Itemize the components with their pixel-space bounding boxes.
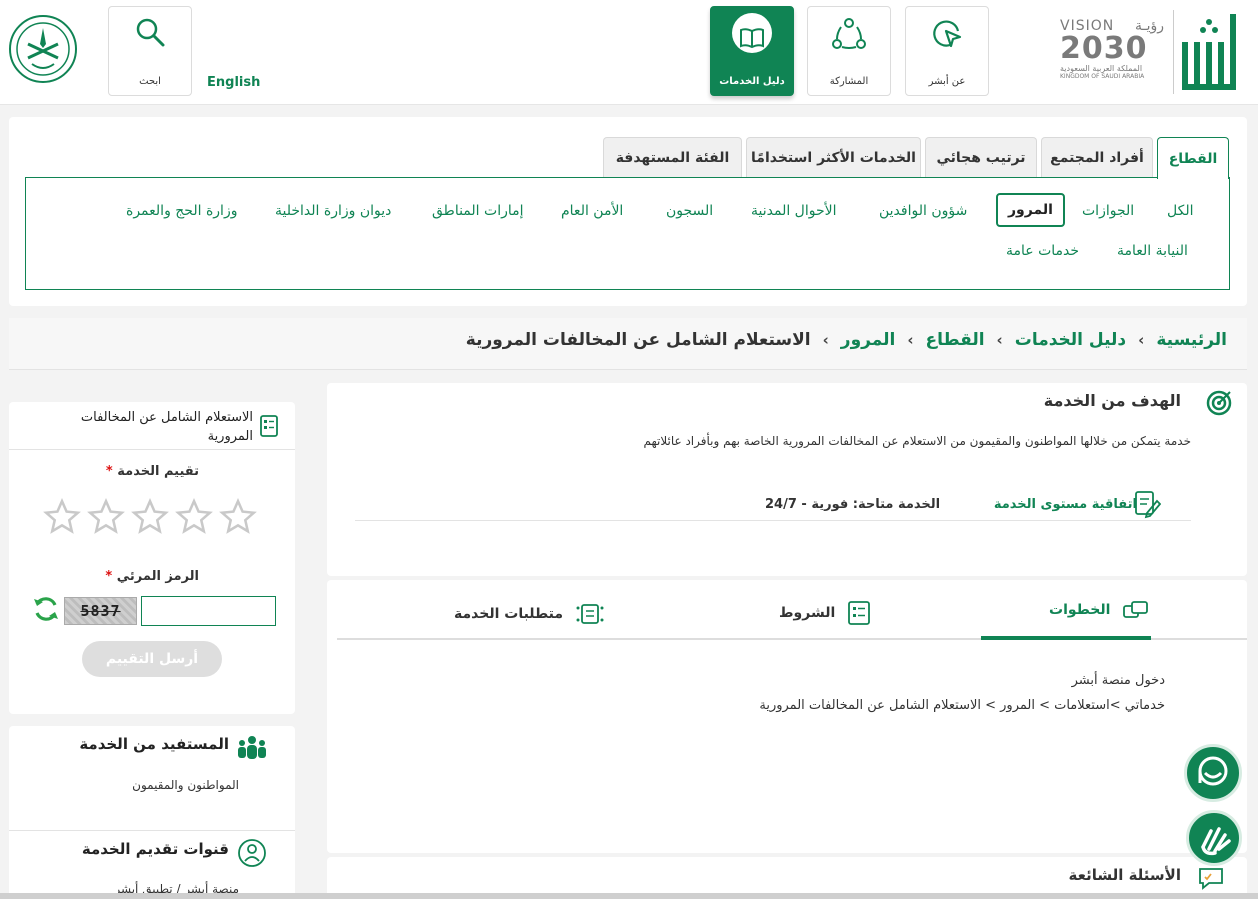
submit-rating-button[interactable]: أرسل التقييم [82, 641, 222, 677]
sector-traffic[interactable]: المرور [996, 193, 1065, 227]
sla-label: اتفاقية مستوى الخدمة [993, 497, 1137, 512]
tab-steps[interactable]: الخطوات [1049, 600, 1150, 620]
sector-general-services[interactable]: خدمات عامة [1006, 243, 1079, 259]
nav-label: المشاركة [829, 76, 869, 87]
nav-label: عن أبشر [928, 76, 966, 87]
breadcrumb-sector[interactable]: القطاع [926, 330, 985, 350]
service-rating-card: الاستعلام الشامل عن المخالفات المرورية ت… [9, 402, 295, 714]
pointer-icon [933, 20, 962, 48]
tab-steps-label: الخطوات [1049, 602, 1111, 618]
beneficiary-card: المستفيد من الخدمة المواطنون والمقيمون ق… [9, 726, 295, 899]
service-goal-card: الهدف من الخدمة خدمة يتمكن من خلالها الم… [327, 383, 1247, 576]
tab-requirements-label: متطلبات الخدمة [454, 606, 564, 622]
star-icon[interactable] [43, 498, 81, 536]
rating-card-header: الاستعلام الشامل عن المخالفات المرورية [9, 402, 295, 450]
target-icon [1206, 390, 1232, 416]
sign-language-icon [1201, 827, 1231, 856]
refresh-captcha-icon[interactable] [31, 594, 61, 624]
breadcrumb-traffic[interactable]: المرور [841, 330, 896, 350]
sign-language-button[interactable] [1186, 810, 1242, 866]
search-button[interactable]: ابحث [108, 6, 192, 96]
divider [9, 830, 295, 831]
active-tab-indicator [981, 636, 1151, 640]
service-details-card: الخطوات الشروط متطلبات الخدمة دخول منصة … [327, 580, 1247, 853]
breadcrumb-current: الاستعلام الشامل عن المخالفات المرورية [465, 330, 811, 350]
sector-prisons[interactable]: السجون [666, 203, 713, 219]
star-icon[interactable] [219, 498, 257, 536]
sector-public-security[interactable]: الأمن العام [561, 203, 623, 219]
sector-filter-panel: القطاع أفراد المجتمع ترتيب هجائي الخدمات… [9, 117, 1247, 306]
beneficiary-text: المواطنون والمقيمون [132, 778, 239, 792]
sector-list: الكل الجوازات المرور شؤون الوافدين الأحو… [25, 177, 1230, 290]
captcha-label: الرمز المرئي * [105, 569, 199, 584]
captcha-input[interactable] [141, 596, 276, 626]
breadcrumb-bar: الرئيسية ‹ دليل الخدمات ‹ القطاع ‹ المرو… [9, 318, 1247, 370]
sla-value: الخدمة متاحة: فورية - 24/7 [765, 497, 941, 512]
star-icon[interactable] [131, 498, 169, 536]
goal-title: الهدف من الخدمة [1043, 391, 1181, 410]
rate-service-label: تقييم الخدمة * [105, 464, 199, 479]
breadcrumb-service-guide[interactable]: دليل الخدمات [1015, 330, 1126, 350]
chevron-left-icon: ‹ [907, 331, 914, 349]
sector-all[interactable]: الكل [1167, 203, 1194, 219]
sector-hajj[interactable]: وزارة الحج والعمرة [126, 203, 237, 219]
beneficiary-title: المستفيد من الخدمة [79, 735, 229, 753]
absher-logo[interactable] [1176, 8, 1242, 96]
tab-community[interactable]: أفراد المجتمع [1041, 137, 1153, 177]
divider [355, 520, 1191, 521]
english-language-link[interactable]: English [207, 75, 260, 90]
agreement-icon [1135, 491, 1161, 519]
rating-stars [43, 498, 257, 536]
checklist-icon [848, 601, 871, 625]
search-icon [136, 18, 165, 47]
chevron-left-icon: ‹ [996, 331, 1003, 349]
steps-icon [1123, 601, 1149, 618]
people-icon [238, 736, 266, 759]
sector-expatriates[interactable]: شؤون الوافدين [879, 203, 967, 219]
goal-description: خدمة يتمكن من خلالها المواطنون والمقيمون… [643, 434, 1191, 448]
document-icon [260, 415, 278, 437]
sector-public-prosecution[interactable]: النيابة العامة [1117, 243, 1188, 259]
captcha-image: 5837 [64, 597, 137, 625]
faq-icon [1199, 868, 1223, 890]
book-icon [732, 13, 772, 53]
saudi-emblem-logo[interactable] [8, 14, 78, 84]
nav-participation[interactable]: المشاركة [807, 6, 891, 96]
support-chat-button[interactable] [1184, 744, 1242, 802]
sector-passports[interactable]: الجوازات [1082, 203, 1134, 219]
tab-alphabetical[interactable]: ترتيب هجائي [925, 137, 1037, 177]
nav-label: دليل الخدمات [719, 76, 785, 87]
tab-conditions-label: الشروط [779, 605, 836, 621]
chevron-left-icon: ‹ [822, 331, 829, 349]
sector-civil-affairs[interactable]: الأحوال المدنية [751, 203, 837, 219]
channels-icon [238, 839, 266, 867]
chevron-left-icon: ‹ [1138, 331, 1145, 349]
nav-about-absher[interactable]: عن أبشر [905, 6, 989, 96]
nav-service-guide[interactable]: دليل الخدمات [710, 6, 794, 96]
horizontal-scrollbar[interactable] [0, 893, 1258, 899]
faq-title[interactable]: الأسئلة الشائعة [1069, 866, 1182, 884]
star-icon[interactable] [175, 498, 213, 536]
tab-most-used[interactable]: الخدمات الأكثر استخدامًا [746, 137, 921, 177]
requirements-icon [576, 604, 604, 624]
headset-icon [1198, 756, 1228, 786]
share-icon [832, 18, 866, 49]
star-icon[interactable] [87, 498, 125, 536]
sector-moi-office[interactable]: ديوان وزارة الداخلية [275, 203, 391, 219]
search-label: ابحث [139, 76, 161, 87]
rating-card-title: الاستعلام الشامل عن المخالفات المرورية [80, 410, 253, 444]
breadcrumb: الرئيسية ‹ دليل الخدمات ‹ القطاع ‹ المرو… [466, 330, 1227, 350]
header: ابحث English دليل الخدمات المشاركة عن أب… [0, 0, 1258, 105]
step-item: خدماتي >استعلامات > المرور > الاستعلام ا… [759, 698, 1165, 713]
step-item: دخول منصة أبشر [1071, 673, 1165, 688]
tab-requirements[interactable]: متطلبات الخدمة [454, 600, 605, 628]
sector-regions[interactable]: إمارات المناطق [432, 203, 524, 219]
tab-target-group[interactable]: الفئة المستهدفة [603, 137, 742, 177]
vision-2030-logo: VISION رؤيـة 2030 المملكة العربية السعودي… [1060, 18, 1164, 80]
breadcrumb-home[interactable]: الرئيسية [1156, 330, 1227, 350]
tab-conditions[interactable]: الشروط [779, 600, 871, 626]
tab-sector[interactable]: القطاع [1157, 137, 1229, 179]
channels-title: قنوات تقديم الخدمة [81, 840, 229, 858]
